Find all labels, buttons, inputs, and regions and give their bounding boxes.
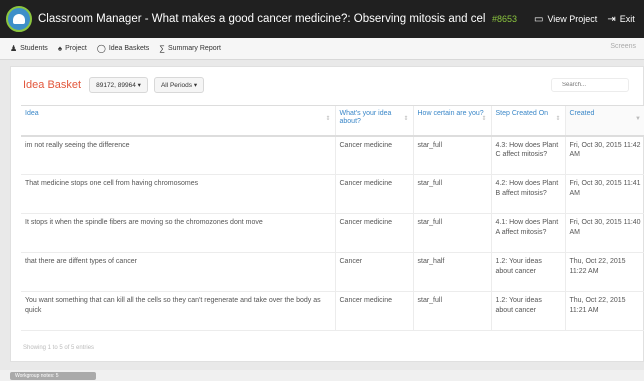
step-cell: 4.2: How does Plant B affect mitosis?	[490, 174, 565, 214]
column-header-label: Idea	[25, 110, 39, 117]
column-header-label: What's your idea about?	[339, 110, 392, 125]
idea-table: Idea ⇕ What's your idea about? ⇕ How certa…	[21, 105, 644, 331]
step-cell: 4.3: How does Plant C affect mitosis?	[490, 135, 565, 175]
bottom-bar: Workgroup notes: 5	[0, 370, 644, 381]
idea-cell: that there are diffent types of cancer	[21, 252, 335, 292]
view-project-button[interactable]: ▭ View Project	[534, 14, 597, 25]
panel-title: Idea Basket	[23, 79, 82, 91]
tab-label: Project	[65, 45, 87, 52]
monitor-icon: ▭	[534, 13, 544, 25]
step-cell: 1.2: Your ideas about cancer	[490, 291, 565, 331]
workgroup-notes-button[interactable]: Workgroup notes: 5	[10, 372, 96, 380]
chevron-down-icon: ▾	[193, 82, 198, 89]
exit-button[interactable]: ⇥ Exit	[607, 14, 634, 25]
column-header-certainty[interactable]: How certain are you? ⇕	[412, 105, 491, 137]
column-header-created[interactable]: Created ▼	[564, 105, 644, 137]
column-header-step[interactable]: Step Created On ⇕	[490, 105, 565, 137]
idea-cell: You want something that can kill all the…	[21, 291, 335, 331]
workgroup-filter-dropdown[interactable]: 89172, 89964 ▾	[89, 77, 148, 93]
idea-cell: im not really seeing the difference	[21, 135, 335, 175]
tab-summary-report[interactable]: ∑ Summary Report	[159, 44, 221, 53]
sort-icon: ⇕	[481, 116, 487, 122]
page-title: Classroom Manager - What makes a good ca…	[38, 13, 486, 25]
idea-cell: That medicine stops one cell from having…	[21, 174, 335, 214]
view-project-label: View Project	[547, 14, 598, 24]
step-cell: 4.1: How does Plant A affect mitosis?	[490, 213, 565, 253]
app-header: Classroom Manager - What makes a good ca…	[0, 0, 644, 38]
created-cell: Thu, Oct 22, 2015 11:22 AM	[564, 252, 644, 292]
tab-label: Idea Baskets	[108, 45, 150, 52]
tab-bar: ♟ Students ♠ Project ◯ Idea Baskets ∑ Su…	[0, 38, 644, 60]
tab-label: Students	[20, 45, 48, 52]
sort-icon: ⇕	[555, 116, 561, 122]
about-cell: Cancer medicine	[334, 174, 413, 214]
chart-icon: ∑	[159, 44, 165, 53]
project-icon: ♠	[57, 44, 63, 53]
column-header-label: Created	[569, 110, 595, 117]
workgroup-filter-value: 89172, 89964	[96, 82, 136, 89]
chevron-down-icon: ▾	[137, 82, 141, 89]
period-filter-value: All Periods	[160, 82, 193, 89]
app-logo-icon	[6, 6, 32, 32]
created-cell: Fri, Oct 30, 2015 11:40 AM	[564, 213, 644, 253]
about-cell: Cancer medicine	[334, 135, 413, 175]
tab-project[interactable]: ♠ Project	[58, 44, 87, 53]
idea-basket-panel: Idea Basket 89172, 89964 ▾ All Periods ▾…	[10, 66, 644, 362]
about-cell: Cancer medicine	[334, 213, 413, 253]
certainty-cell: star_full	[412, 213, 491, 253]
period-filter-dropdown[interactable]: All Periods ▾	[153, 77, 205, 93]
certainty-cell: star_half	[412, 252, 491, 292]
certainty-cell: star_full	[412, 135, 491, 175]
created-cell: Fri, Oct 30, 2015 11:41 AM	[564, 174, 644, 214]
panel-header: Idea Basket 89172, 89964 ▾ All Periods ▾	[11, 67, 643, 103]
created-cell: Thu, Oct 22, 2015 11:21 AM	[564, 291, 644, 331]
step-cell: 1.2: Your ideas about cancer	[490, 252, 565, 292]
tab-idea-baskets[interactable]: ◯ Idea Baskets	[97, 44, 149, 53]
about-cell: Cancer medicine	[334, 291, 413, 331]
tab-students[interactable]: ♟ Students	[10, 44, 48, 53]
screens-button[interactable]: Screens	[610, 43, 636, 50]
students-icon: ♟	[10, 44, 18, 53]
sort-icon: ⇕	[403, 116, 409, 122]
certainty-cell: star_full	[412, 174, 491, 214]
column-header-about[interactable]: What's your idea about? ⇕	[334, 105, 413, 137]
tab-label: Summary Report	[167, 45, 221, 52]
table-row: You want something that can kill all the…	[21, 291, 644, 331]
exit-label: Exit	[619, 14, 635, 24]
column-header-label: Step Created On	[495, 110, 549, 117]
run-id: #8653	[492, 14, 518, 24]
created-cell: Fri, Oct 30, 2015 11:42 AM	[564, 135, 644, 175]
table-row: im not really seeing the difference Canc…	[21, 135, 644, 175]
lightbulb-icon: ◯	[96, 44, 106, 53]
search-input[interactable]	[551, 78, 629, 92]
table-row: that there are diffent types of cancer C…	[21, 252, 644, 292]
idea-cell: It stops it when the spindle fibers are …	[21, 213, 335, 253]
table-header-row: Idea ⇕ What's your idea about? ⇕ How certa…	[21, 105, 644, 137]
column-header-label: How certain are you?	[417, 110, 484, 117]
about-cell: Cancer	[334, 252, 413, 292]
sort-desc-icon: ▼	[635, 116, 641, 122]
certainty-cell: star_full	[412, 291, 491, 331]
table-row: It stops it when the spindle fibers are …	[21, 213, 644, 253]
column-header-idea[interactable]: Idea ⇕	[21, 105, 335, 137]
sort-icon: ⇕	[325, 116, 331, 122]
exit-icon: ⇥	[607, 13, 616, 25]
table-row: That medicine stops one cell from having…	[21, 174, 644, 214]
table-info: Showing 1 to 5 of 5 entries	[23, 345, 95, 351]
